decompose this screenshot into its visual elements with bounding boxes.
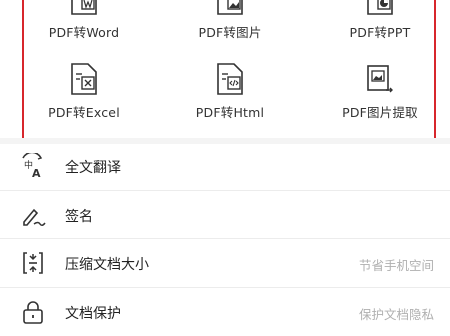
translate-icon: 中 A (22, 153, 43, 179)
menu-item-hint: 保护文档隐私 (358, 306, 434, 322)
menu-item-label: 全文翻译 (65, 160, 121, 176)
menu-item-hint: 节省手机空间 (358, 258, 434, 273)
converter-label: PDF转Word (48, 25, 120, 40)
menu-item-label: 压缩文档大小 (65, 257, 149, 273)
converter-label: PDF转Excel (48, 105, 120, 120)
menu-item-signature[interactable]: 签名 (0, 191, 450, 239)
menu-item-label: 文档保护 (65, 305, 121, 322)
pdf-to-ppt-button[interactable]: PDF转PPT (320, 0, 440, 42)
tools-menu: 中 A 全文翻译 签名 压缩文档大小 节省手机空间 文档保护 保护文档隐私 (0, 142, 450, 336)
signature-icon (23, 208, 46, 226)
pdf-convert-panel: PDF转Word PDF转图片 PDF转PPT PDF转Excel PDF转Ht… (22, 0, 436, 140)
pdf-image-extract-button[interactable]: PDF图片提取 (320, 62, 440, 122)
file-html-icon (217, 63, 243, 95)
compress-icon (23, 252, 43, 274)
menu-item-protect[interactable]: 文档保护 保护文档隐私 (0, 288, 450, 336)
file-ppt-icon (367, 0, 393, 15)
converter-label: PDF图片提取 (342, 105, 418, 120)
converter-label: PDF转PPT (349, 25, 411, 40)
converter-row-1: PDF转Word PDF转图片 PDF转PPT (24, 0, 434, 42)
image-extract-icon (367, 65, 393, 93)
converter-label: PDF转Html (195, 105, 265, 120)
pdf-to-html-button[interactable]: PDF转Html (170, 62, 290, 122)
menu-item-compress[interactable]: 压缩文档大小 节省手机空间 (0, 239, 450, 288)
pdf-to-excel-button[interactable]: PDF转Excel (24, 62, 144, 122)
file-excel-icon (71, 63, 97, 95)
converter-row-2: PDF转Excel PDF转Html PDF图片提取 (24, 62, 434, 122)
menu-item-label: 签名 (65, 208, 93, 225)
file-image-icon (217, 0, 243, 15)
file-word-icon (71, 0, 97, 15)
lock-icon (23, 300, 43, 324)
menu-item-translate[interactable]: 中 A 全文翻译 (0, 142, 450, 191)
pdf-to-word-button[interactable]: PDF转Word (24, 0, 144, 42)
pdf-to-image-button[interactable]: PDF转图片 (170, 0, 290, 42)
converter-label: PDF转图片 (198, 25, 262, 40)
svg-text:A: A (32, 167, 41, 179)
